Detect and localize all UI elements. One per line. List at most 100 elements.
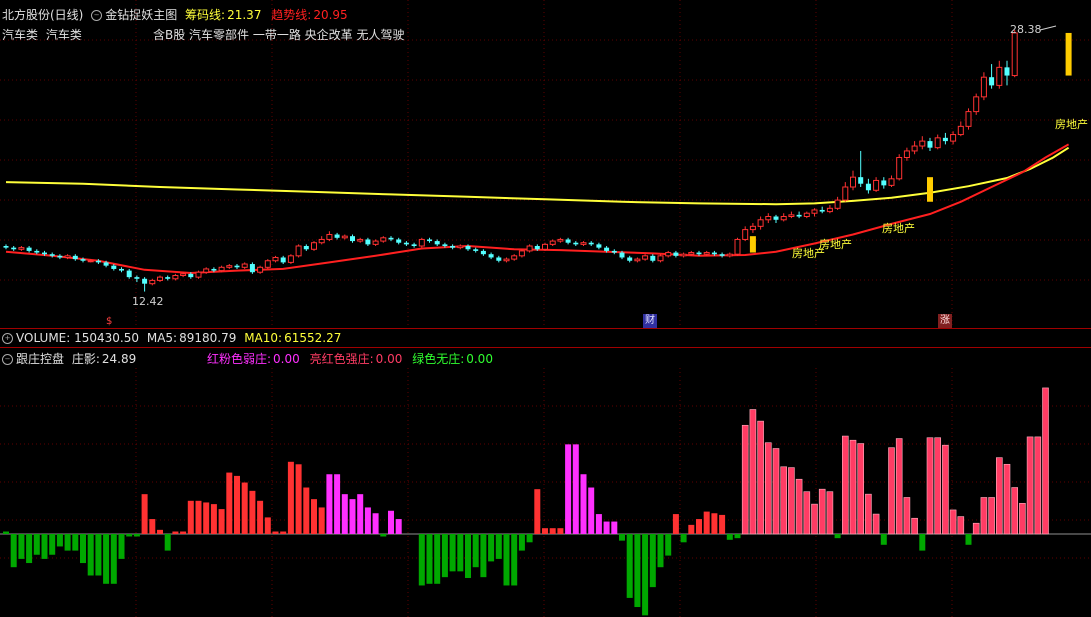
candle-body-down [411, 244, 417, 246]
control-bar [103, 534, 110, 584]
control-bar [56, 534, 63, 547]
control-bar [1011, 487, 1019, 535]
control-bar [980, 497, 988, 535]
control-bar [788, 467, 795, 535]
candle-body-up [665, 252, 672, 257]
candle-body-down [927, 141, 933, 148]
control-bar [634, 534, 641, 608]
control-bar [272, 531, 279, 534]
candle-body-up [18, 247, 25, 250]
control-bar [619, 534, 625, 541]
candle-body-up [264, 260, 271, 268]
control-bar [1003, 463, 1011, 535]
candle-body-down [126, 270, 132, 278]
control-legend: 红粉色弱庄: 0.00 亮红色强庄: 0.00 绿色无庄: 0.00 [207, 350, 493, 367]
control-bar [87, 534, 94, 576]
control-bar [264, 517, 271, 534]
control-bar [349, 499, 356, 534]
control-bar [857, 443, 865, 535]
event-marker-s[interactable]: $ [104, 315, 114, 329]
event-marker-zhang[interactable]: 涨 [938, 314, 952, 328]
control-bar [495, 534, 502, 559]
candle-body-down [650, 255, 656, 261]
event-marker-cai[interactable]: 财 [643, 314, 657, 328]
candle-body-up [657, 255, 664, 262]
candle-body-down [134, 277, 140, 279]
control-bar [465, 534, 471, 578]
control-collapse-icon[interactable]: − [2, 354, 13, 365]
control-bar [588, 487, 595, 534]
candle-body-down [34, 250, 40, 253]
candle-body-up [788, 214, 795, 218]
candle-body-down [80, 259, 86, 261]
volume-label[interactable]: VOLUME: [16, 331, 70, 345]
weak-banker-label: 红粉色弱庄: [207, 352, 272, 366]
control-bar [118, 534, 125, 559]
no-banker-value: 0.00 [466, 352, 493, 366]
control-bar [110, 534, 117, 584]
control-bar [511, 534, 518, 586]
main-price-chart[interactable] [0, 0, 1091, 330]
candle-body-down [103, 262, 109, 266]
candle-body-up [549, 240, 556, 245]
control-bar [1026, 436, 1034, 535]
shadow-label: 庄影: [71, 352, 100, 366]
tag-real-estate-3: 房地产 [882, 222, 915, 235]
control-histogram[interactable] [0, 368, 1091, 617]
control-bar [895, 438, 903, 535]
candle-body-down [403, 242, 409, 245]
candle-body-down [611, 250, 617, 253]
control-bar [49, 534, 56, 555]
candle-body-up [503, 258, 510, 262]
candle-body-up [850, 176, 856, 188]
control-bar [572, 444, 579, 534]
control-bar [133, 534, 140, 537]
control-bar [80, 534, 86, 564]
candle-body-down [565, 239, 571, 243]
candle-body-down [858, 177, 864, 184]
candle-body-up [780, 216, 787, 221]
candle-body-up [973, 96, 980, 113]
control-name[interactable]: 跟庄控盘 [16, 352, 64, 366]
candle-body-up [287, 255, 294, 263]
candle-body-down [3, 246, 9, 248]
control-bar [1042, 387, 1049, 535]
control-bar [988, 497, 995, 535]
candle-body-up [380, 237, 387, 242]
control-bar [911, 517, 918, 535]
candle-body-up [834, 199, 841, 209]
tag-real-estate-4: 房地产 [1055, 118, 1088, 131]
control-bar [542, 528, 548, 534]
control-bar [64, 534, 71, 551]
control-bar [488, 534, 495, 562]
candle-body-up [726, 253, 733, 257]
control-bar [311, 499, 317, 534]
candle-body-down [442, 244, 448, 246]
candle-body-up [372, 240, 379, 245]
candle-body-up [418, 238, 425, 247]
candle-body-down [496, 257, 502, 261]
volume-value: 150430.50 [74, 331, 140, 345]
control-bar [141, 494, 148, 534]
control-bar [795, 478, 803, 535]
candle-body-down [881, 180, 887, 186]
candle-body-up [195, 271, 202, 278]
control-bar [226, 472, 233, 534]
candle-body-down [673, 252, 679, 256]
high-price-label: 28.38 [1010, 23, 1042, 36]
control-bar [72, 534, 79, 551]
strong-banker-value: 0.00 [375, 352, 403, 366]
candle-body-up [157, 276, 163, 281]
candle-body-down [11, 247, 17, 250]
volume-expand-icon[interactable]: + [2, 333, 13, 344]
control-bar [711, 513, 718, 534]
control-bar [949, 509, 957, 535]
volume-header: + VOLUME: 150430.50 MA5: 89180.79 MA10: 615… [2, 331, 341, 345]
candle-body-up [557, 238, 564, 242]
control-bar [295, 464, 302, 534]
candle-body-down [111, 265, 117, 269]
control-bar [334, 474, 341, 534]
control-bar [811, 503, 818, 535]
candle-body-down [188, 273, 194, 278]
candle-body-down [211, 268, 217, 271]
